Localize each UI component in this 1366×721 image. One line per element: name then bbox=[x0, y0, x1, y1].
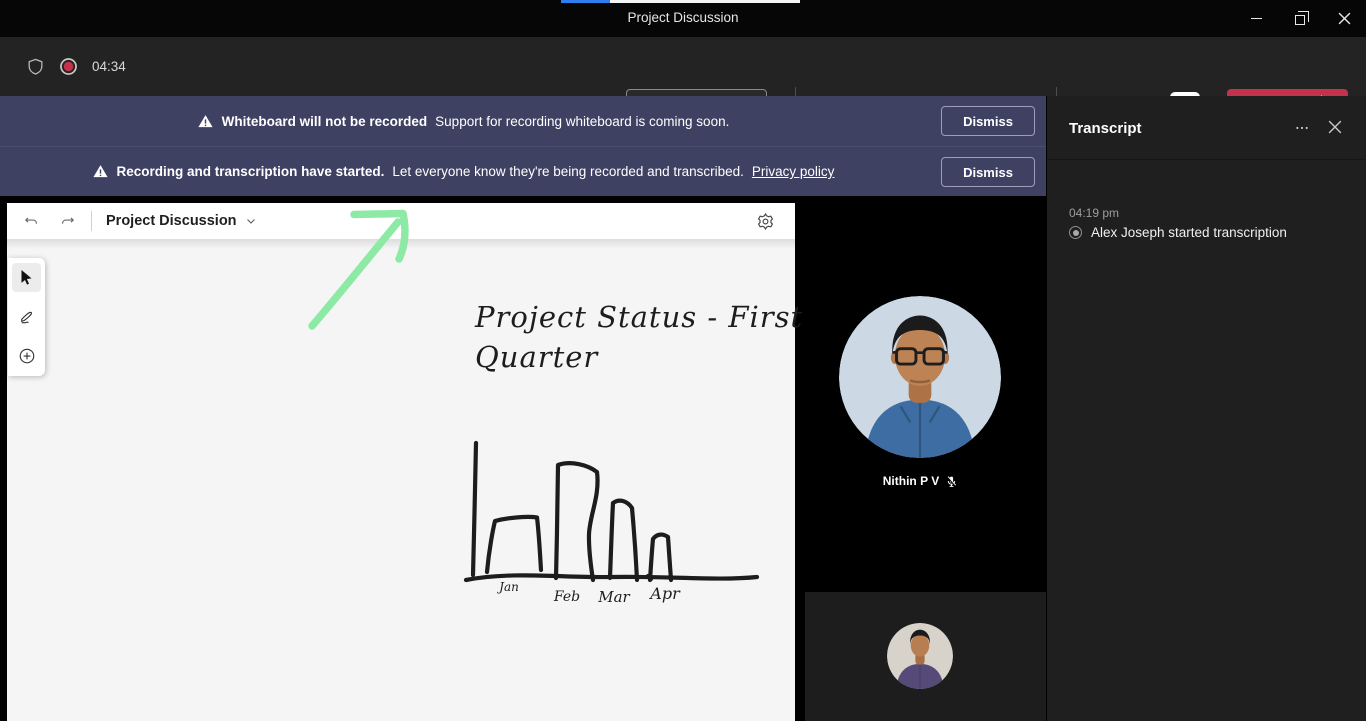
month-label-feb: Feb bbox=[553, 589, 580, 605]
banner-content: Whiteboard will not be recorded Support … bbox=[0, 96, 926, 146]
window-title: Project Discussion bbox=[0, 10, 1366, 25]
add-tool-button[interactable] bbox=[12, 341, 41, 370]
close-button[interactable] bbox=[1322, 0, 1366, 37]
month-label-mar: Mar bbox=[597, 588, 630, 606]
close-icon bbox=[1328, 120, 1342, 134]
transcript-panel: Transcript 04:19 pm Alex Joseph started … bbox=[1046, 96, 1366, 721]
privacy-policy-link[interactable]: Privacy policy bbox=[752, 164, 835, 179]
dismiss-button[interactable]: Dismiss bbox=[941, 106, 1035, 136]
whiteboard-canvas[interactable]: Project Discussion bbox=[7, 203, 795, 721]
month-label-jan: Jan bbox=[496, 580, 519, 594]
sketch-bar-chart: Jan Feb Mar Apr bbox=[443, 428, 773, 618]
self-avatar-image bbox=[887, 623, 953, 689]
board-title: Project Discussion bbox=[106, 213, 237, 229]
select-tool-button[interactable] bbox=[12, 263, 41, 292]
cursor-icon bbox=[19, 269, 34, 286]
minimize-icon bbox=[1251, 18, 1262, 20]
redo-icon bbox=[59, 213, 76, 230]
transcript-header: Transcript bbox=[1047, 96, 1366, 160]
chart-bar-apr bbox=[650, 535, 671, 580]
chart-bar-feb bbox=[556, 463, 598, 580]
meeting-status-group: 04:34 bbox=[26, 56, 126, 77]
transcript-title: Transcript bbox=[1069, 120, 1142, 137]
transcript-more-button[interactable] bbox=[1294, 120, 1310, 140]
self-view-tile[interactable] bbox=[805, 592, 1046, 721]
month-label-apr: Apr bbox=[648, 584, 681, 603]
sketch-title: Project Status - First Quarter bbox=[475, 297, 805, 377]
restore-button[interactable] bbox=[1278, 0, 1322, 37]
shield-icon bbox=[26, 56, 45, 77]
banner-title: Whiteboard will not be recorded bbox=[222, 114, 428, 129]
dismiss-button[interactable]: Dismiss bbox=[941, 157, 1035, 187]
chart-bar-mar bbox=[610, 501, 637, 580]
warning-icon bbox=[197, 113, 214, 130]
close-icon bbox=[1338, 12, 1351, 25]
window-controls bbox=[1234, 0, 1366, 37]
self-avatar bbox=[887, 623, 953, 689]
whiteboard-tool-palette bbox=[8, 258, 45, 376]
tab-indicator-blue bbox=[561, 0, 610, 3]
transcription-record-icon bbox=[1069, 226, 1082, 239]
transcript-entry-time: 04:19 pm bbox=[1069, 206, 1119, 220]
chart-bar-apr-hook bbox=[648, 576, 651, 579]
banner-message: Let everyone know they're being recorded… bbox=[392, 164, 744, 179]
recording-indicator-icon bbox=[59, 57, 78, 76]
pen-icon bbox=[18, 308, 36, 326]
warning-icon bbox=[92, 163, 109, 180]
chart-bar-jan bbox=[487, 517, 541, 572]
whiteboard-settings-button[interactable] bbox=[747, 206, 783, 236]
pen-tool-button[interactable] bbox=[12, 302, 41, 331]
window-titlebar: Project Discussion bbox=[0, 0, 1366, 37]
transcript-close-button[interactable] bbox=[1328, 120, 1342, 139]
transcript-entry: Alex Joseph started transcription bbox=[1069, 225, 1287, 240]
chart-y-axis bbox=[473, 443, 476, 575]
undo-button[interactable] bbox=[13, 206, 49, 236]
banner-message: Support for recording whiteboard is comi… bbox=[435, 114, 729, 129]
meeting-stage: Project Discussion bbox=[0, 196, 1046, 721]
whiteboard-toolbar: Project Discussion bbox=[7, 203, 795, 239]
transcript-entry-text: Alex Joseph started transcription bbox=[1091, 225, 1287, 240]
meeting-toolbar: 04:34 Stop presenting bbox=[0, 37, 1366, 96]
participant-name-row: Nithin P V bbox=[795, 474, 1046, 488]
chevron-down-icon bbox=[245, 215, 257, 227]
more-horizontal-icon bbox=[1294, 120, 1310, 136]
whiteboard-recording-banner: Whiteboard will not be recorded Support … bbox=[0, 96, 1046, 146]
gear-icon bbox=[756, 212, 775, 231]
participant-avatar-image bbox=[839, 296, 1001, 458]
restore-icon bbox=[1295, 15, 1305, 25]
redo-button[interactable] bbox=[49, 206, 85, 236]
meeting-timer: 04:34 bbox=[92, 59, 126, 74]
plus-circle-icon bbox=[18, 347, 36, 365]
recording-started-banner: Recording and transcription have started… bbox=[0, 146, 1046, 196]
participant-mic-off-icon bbox=[945, 475, 958, 488]
participant-name: Nithin P V bbox=[883, 474, 939, 488]
whiteboard-toolbar-shadow bbox=[7, 239, 795, 249]
participant-avatar bbox=[839, 296, 1001, 458]
banner-title: Recording and transcription have started… bbox=[117, 164, 385, 179]
tab-indicator-white bbox=[610, 0, 800, 3]
board-title-dropdown[interactable]: Project Discussion bbox=[106, 213, 257, 229]
banner-content: Recording and transcription have started… bbox=[0, 147, 926, 196]
whiteboard-toolbar-divider bbox=[91, 211, 92, 231]
undo-icon bbox=[23, 213, 40, 230]
minimize-button[interactable] bbox=[1234, 0, 1278, 37]
